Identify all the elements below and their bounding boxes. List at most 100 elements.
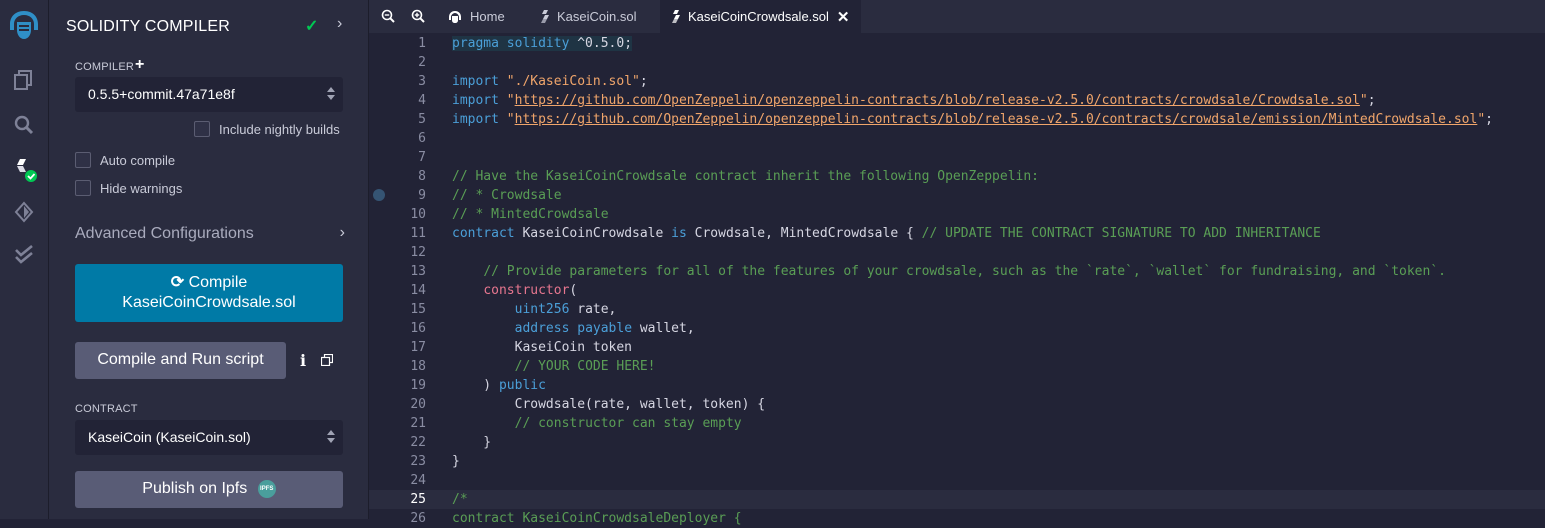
line-number: 15	[410, 302, 426, 317]
code-token: )	[452, 378, 499, 393]
copy-icon[interactable]	[320, 353, 334, 371]
line-number: 25	[410, 492, 426, 507]
zoom-in-icon[interactable]	[411, 9, 425, 28]
compile-button[interactable]: ⟳ Compile KaseiCoinCrowdsale.sol	[75, 264, 343, 322]
code-token: address payable	[514, 321, 640, 336]
code-line[interactable]: 9 // * Crowdsale	[369, 186, 1545, 205]
code-text: // Provide parameters for all of the fea…	[452, 262, 1446, 281]
code-token: rate,	[577, 302, 617, 317]
solidity-compiler-icon[interactable]	[0, 150, 48, 190]
publish-ipfs-label: Publish on Ipfs	[142, 480, 248, 498]
line-number: 23	[410, 454, 426, 469]
tab-home[interactable]: Home	[435, 0, 517, 33]
code-line[interactable]: 22 }	[369, 433, 1545, 452]
code-line[interactable]: 14 constructor(	[369, 281, 1545, 300]
contract-label: CONTRACT	[75, 403, 138, 415]
line-number: 19	[410, 378, 426, 393]
code-editor[interactable]: 1 pragma solidity ^0.5.0; 2 3 import "./Kase…	[369, 33, 1545, 526]
code-token: pragma solidity	[452, 36, 578, 51]
code-line[interactable]: 19 ) public	[369, 376, 1545, 395]
code-text: // * Crowdsale	[452, 186, 562, 205]
code-text: ) public	[452, 376, 546, 395]
deploy-run-icon[interactable]	[0, 192, 48, 232]
chevron-right-icon: ›	[339, 224, 345, 241]
contract-select[interactable]: KaseiCoin (KaseiCoin.sol)	[75, 420, 343, 455]
code-line[interactable]: 5 import "https://github.com/OpenZeppelin…	[369, 110, 1545, 129]
compiled-check-icon: ✓	[305, 18, 319, 35]
code-line[interactable]: 4 import "https://github.com/OpenZeppelin…	[369, 91, 1545, 110]
code-line[interactable]: 25 /*	[369, 490, 1545, 509]
hide-warnings-checkbox[interactable]	[75, 180, 91, 196]
include-nightly-checkbox[interactable]	[194, 121, 210, 137]
code-token: // Provide parameters for all of the fea…	[483, 264, 1446, 279]
compile-button-filename: KaseiCoinCrowdsale.sol	[122, 294, 296, 311]
code-line[interactable]: 20 Crowdsale(rate, wallet, token) {	[369, 395, 1545, 414]
code-line[interactable]: 16 address payable wallet,	[369, 319, 1545, 338]
line-number: 6	[418, 131, 426, 146]
code-text: }	[452, 433, 491, 452]
code-line[interactable]: 12	[369, 243, 1545, 262]
testing-icon[interactable]	[0, 235, 48, 275]
tab-kaseicoin[interactable]: KaseiCoin.sol	[529, 0, 649, 33]
solidity-file-icon	[672, 10, 681, 23]
compiler-version-select[interactable]: 0.5.5+commit.47a71e8f	[75, 77, 343, 112]
auto-compile-checkbox[interactable]	[75, 152, 91, 168]
code-token: "	[506, 112, 515, 127]
code-line[interactable]: 13 // Provide parameters for all of the …	[369, 262, 1545, 281]
zoom-out-icon[interactable]	[381, 9, 395, 28]
code-token: import	[452, 112, 507, 127]
remix-home-icon	[447, 10, 463, 24]
search-icon[interactable]	[0, 105, 48, 145]
code-line[interactable]: 3 import "./KaseiCoin.sol";	[369, 72, 1545, 91]
code-token: is	[671, 226, 695, 241]
compiler-version-value: 0.5.5+commit.47a71e8f	[88, 86, 235, 102]
remix-logo-icon[interactable]	[0, 5, 48, 45]
code-line[interactable]: 10 // * MintedCrowdsale	[369, 205, 1545, 224]
code-token: (	[569, 283, 578, 298]
code-token: }	[452, 454, 460, 469]
select-arrows-icon	[327, 429, 335, 445]
code-token: "	[1477, 112, 1486, 127]
contract-select-value: KaseiCoin (KaseiCoin.sol)	[88, 429, 251, 445]
code-line[interactable]: 2	[369, 53, 1545, 72]
advanced-configurations-toggle[interactable]: Advanced Configurations ›	[75, 224, 345, 243]
code-text: address payable wallet,	[452, 319, 695, 338]
compile-and-run-button[interactable]: Compile and Run script	[75, 342, 286, 379]
code-line[interactable]: 24	[369, 471, 1545, 490]
code-token: // UPDATE THE CONTRACT SIGNATURE TO ADD …	[921, 226, 1321, 241]
chevron-right-icon[interactable]: ›	[337, 15, 342, 33]
code-text: import "https://github.com/OpenZeppelin/…	[452, 110, 1493, 129]
hide-warnings-label: Hide warnings	[100, 180, 183, 196]
info-icon[interactable]: i	[300, 351, 306, 370]
code-line[interactable]: 23}	[369, 452, 1545, 471]
code-token: ^0.5.0;	[577, 36, 633, 51]
line-number: 12	[410, 245, 426, 260]
code-line[interactable]: 1 pragma solidity ^0.5.0;	[369, 34, 1545, 53]
code-text: }	[452, 452, 460, 471]
code-line[interactable]: 18 // YOUR CODE HERE!	[369, 357, 1545, 376]
line-number: 2	[418, 55, 426, 70]
line-number: 17	[410, 340, 426, 355]
code-line[interactable]: 8 // Have the KaseiCoinCrowdsale contract…	[369, 167, 1545, 186]
close-icon[interactable]: ✕	[837, 8, 850, 26]
code-line[interactable]: 17 KaseiCoin token	[369, 338, 1545, 357]
code-text: // Have the KaseiCoinCrowdsale contract …	[452, 167, 1039, 186]
code-token: uint256	[514, 302, 578, 317]
code-line[interactable]: 6	[369, 129, 1545, 148]
add-compiler-icon[interactable]: +	[135, 57, 144, 73]
line-number: 7	[418, 150, 426, 165]
file-explorer-icon[interactable]	[0, 60, 48, 100]
code-line[interactable]: 7	[369, 148, 1545, 167]
compiler-label: COMPILER	[75, 61, 135, 73]
publish-ipfs-button[interactable]: Publish on Ipfs IPFS	[75, 471, 343, 508]
line-number: 21	[410, 416, 426, 431]
code-line[interactable]: 21 // constructor can stay empty	[369, 414, 1545, 433]
code-token: /*	[452, 492, 468, 507]
code-line[interactable]: 15 uint256 rate,	[369, 300, 1545, 319]
tab-kaseicoin-crowdsale[interactable]: KaseiCoinCrowdsale.sol ✕	[660, 0, 862, 33]
include-nightly-label: Include nightly builds	[219, 121, 340, 137]
code-line[interactable]: 11 contract KaseiCoinCrowdsale is Crowdsa…	[369, 224, 1545, 243]
code-token: ;	[639, 74, 648, 89]
